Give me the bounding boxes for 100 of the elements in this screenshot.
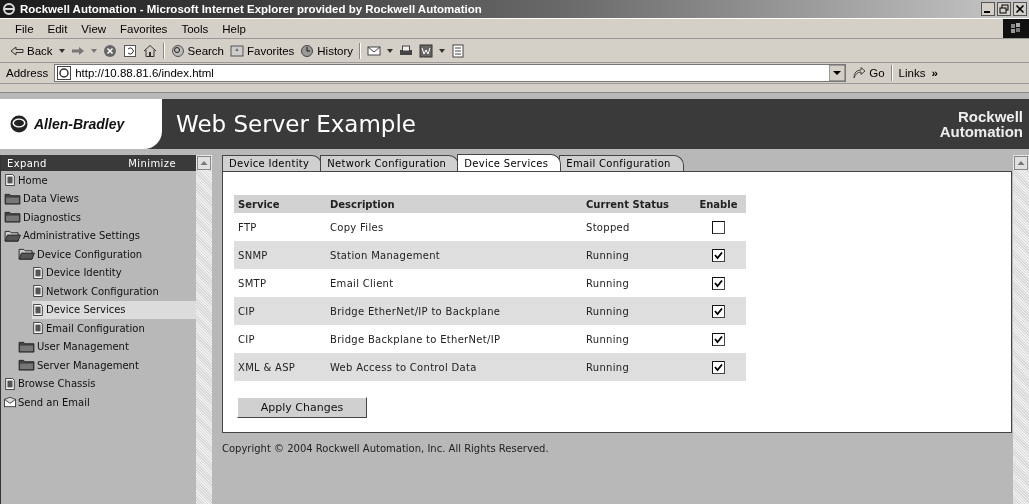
- table-cell: Bridge Backplane to EtherNet/IP: [326, 325, 582, 353]
- tree-item[interactable]: Device Identity: [32, 263, 196, 282]
- page-icon: [4, 174, 16, 187]
- favorites-button[interactable]: Favorites: [230, 43, 295, 58]
- dropdown-button[interactable]: [829, 65, 846, 81]
- address-field[interactable]: http://10.88.81.6/index.html: [54, 64, 847, 82]
- apply-changes-button[interactable]: Apply Changes: [237, 397, 367, 418]
- back-arrow-icon: [10, 43, 24, 58]
- folder-icon: [18, 340, 35, 353]
- checkbox[interactable]: [711, 220, 725, 234]
- column-header: Description: [326, 195, 582, 213]
- tree-item[interactable]: Administrative Settings: [4, 226, 196, 245]
- tab[interactable]: Device Identity: [222, 155, 323, 171]
- links-button[interactable]: Links: [898, 67, 926, 79]
- checkbox[interactable]: [711, 248, 725, 262]
- checkbox[interactable]: [711, 332, 725, 346]
- column-header: Enable: [690, 195, 746, 213]
- open-folder-icon: [4, 229, 21, 242]
- table-cell: CIP: [234, 325, 326, 353]
- menu-item[interactable]: View: [74, 22, 114, 35]
- copyright-text: Copyright © 2004 Rockwell Automation, Inc. All Rights Reserved.: [222, 443, 550, 454]
- menu-item[interactable]: Help: [215, 22, 253, 35]
- close-icon[interactable]: [1013, 2, 1027, 16]
- go-arrow-icon: [852, 66, 867, 80]
- menu-item[interactable]: Edit: [40, 22, 75, 35]
- page-icon: [4, 377, 16, 390]
- tree-item[interactable]: Diagnostics: [4, 208, 196, 227]
- dropdown-arrow-icon[interactable]: [387, 48, 394, 53]
- table-cell: Email Client: [326, 269, 582, 297]
- tree-item[interactable]: Data Views: [4, 189, 196, 208]
- table-cell: CIP: [234, 297, 326, 325]
- table-cell: SMTP: [234, 269, 326, 297]
- folder-icon: [4, 192, 21, 205]
- brand-name: Allen-Bradley: [34, 116, 125, 132]
- menu-item[interactable]: Favorites: [113, 22, 175, 35]
- search-icon: [170, 43, 185, 58]
- table-cell: Running: [582, 297, 691, 325]
- table-cell: SNMP: [234, 241, 326, 269]
- window-title: Rockwell Automation - Microsoft Internet Explorer provided by Rockwell Automation: [20, 3, 482, 15]
- dropdown-arrow-icon[interactable]: [439, 48, 446, 53]
- open-folder-icon: [18, 248, 35, 261]
- tab[interactable]: Email Configuration: [559, 155, 684, 171]
- tab[interactable]: Device Services: [457, 154, 562, 171]
- column-header: Current Status: [582, 195, 691, 213]
- minimize-icon[interactable]: [981, 2, 995, 16]
- go-button[interactable]: Go: [852, 66, 885, 80]
- minimize-link[interactable]: Minimize: [128, 157, 176, 169]
- folder-icon: [18, 359, 35, 372]
- column-header: Service: [234, 195, 326, 213]
- menu-item[interactable]: Tools: [174, 22, 216, 35]
- tree-item[interactable]: Device Services: [32, 300, 196, 319]
- table-cell: Running: [582, 269, 691, 297]
- history-button[interactable]: History: [300, 43, 354, 58]
- word-document-icon[interactable]: [419, 43, 434, 58]
- dropdown-arrow-icon[interactable]: [58, 48, 65, 53]
- tab[interactable]: Network Configuration: [320, 155, 460, 171]
- tree-item[interactable]: Browse Chassis: [4, 374, 196, 393]
- address-label: Address: [6, 67, 49, 79]
- scroll-up-button[interactable]: [197, 156, 211, 170]
- print-icon[interactable]: [399, 43, 414, 58]
- table-cell: XML & ASP: [234, 353, 326, 381]
- page-icon: [32, 303, 44, 316]
- page-icon: [32, 266, 44, 279]
- more-links-button[interactable]: »: [931, 67, 938, 79]
- tree-item[interactable]: Email Configuration: [32, 319, 196, 338]
- scrollbar[interactable]: [196, 155, 212, 504]
- menu-item[interactable]: File: [8, 22, 41, 35]
- checkbox[interactable]: [711, 276, 725, 290]
- restore-icon[interactable]: [997, 2, 1011, 16]
- folder-icon: [4, 211, 21, 224]
- tree-item[interactable]: Network Configuration: [32, 282, 196, 301]
- tree-item[interactable]: User Management: [18, 337, 196, 356]
- search-button[interactable]: Search: [170, 43, 224, 58]
- expand-link[interactable]: Expand: [7, 157, 47, 169]
- tree-item[interactable]: Home: [4, 171, 196, 190]
- note-icon[interactable]: [451, 43, 466, 58]
- tree-item[interactable]: Server Management: [18, 356, 196, 375]
- browser-icon: [2, 2, 16, 16]
- table-cell: Running: [582, 353, 691, 381]
- table-cell: Running: [582, 325, 691, 353]
- scroll-up-button[interactable]: [1014, 156, 1028, 170]
- envelope-icon: [4, 396, 16, 409]
- table-cell: FTP: [234, 213, 326, 241]
- tree-item[interactable]: Device Configuration: [18, 245, 196, 264]
- scrollbar[interactable]: [1013, 155, 1029, 504]
- mail-icon[interactable]: [367, 43, 382, 58]
- back-button[interactable]: Back: [10, 43, 53, 58]
- refresh-icon[interactable]: [122, 43, 137, 58]
- checkbox[interactable]: [711, 360, 725, 374]
- checkbox[interactable]: [711, 304, 725, 318]
- home-icon[interactable]: [142, 43, 157, 58]
- company-name: Rockwell: [957, 109, 1023, 124]
- brand-logo-icon: [10, 115, 28, 133]
- stop-icon[interactable]: [102, 43, 117, 58]
- table-cell: Stopped: [582, 213, 691, 241]
- clock-icon: [300, 43, 315, 58]
- table-cell: Copy Files: [326, 213, 582, 241]
- tree-item[interactable]: Send an Email: [4, 393, 196, 412]
- table-cell: Station Management: [326, 241, 582, 269]
- table-cell: Bridge EtherNet/IP to Backplane: [326, 297, 582, 325]
